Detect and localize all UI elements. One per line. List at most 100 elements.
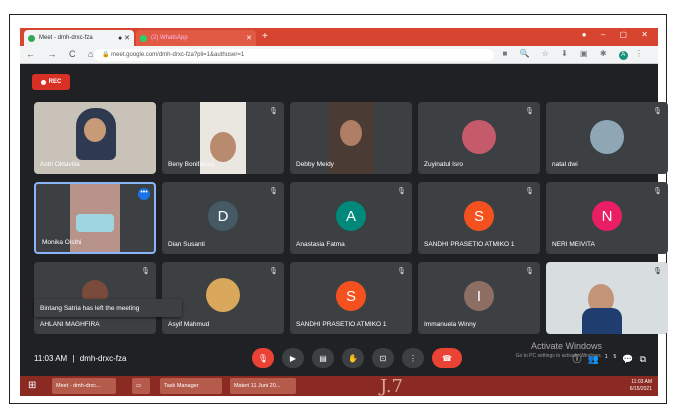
profile-avatar[interactable]: A: [618, 51, 628, 60]
taskbar-label: Meet - dmh-drxc...: [56, 383, 101, 389]
participant-name: Dian Susanti: [168, 241, 205, 248]
tab-whatsapp-label: (2) WhatsApp: [151, 35, 188, 41]
wallpaper-decoration: J.7: [380, 376, 403, 397]
tab-meet[interactable]: Meet - dmh-drxc-fza ● ✕: [24, 30, 134, 46]
participant-tile[interactable]: A 🎙 Anastasia Fatma: [290, 182, 412, 254]
meet-main: REC Astri Oktavilia 🎙 Beny Bonifasius De…: [20, 64, 668, 376]
new-tab-button[interactable]: +: [262, 31, 268, 42]
close-icon[interactable]: ● ✕: [118, 34, 130, 42]
info-icon[interactable]: ⓘ: [573, 354, 588, 364]
rec-label: REC: [48, 79, 62, 85]
participant-tile[interactable]: S 🎙 SANDHI PRASETIO ATMIKO 1: [418, 182, 540, 254]
taskbar-label: Task Manager: [164, 383, 199, 389]
mic-muted-icon: 🎙: [397, 268, 406, 275]
more-options-icon[interactable]: •••: [138, 188, 150, 200]
participant-tile[interactable]: 🎙 Zuyinatul Isro: [418, 102, 540, 174]
participant-tile[interactable]: 🎙 Asyif Mahmud: [162, 262, 284, 334]
participant-name: SANDHI PRASETIO ATMIKO 1: [296, 321, 387, 328]
participant-name: Asyif Mahmud: [168, 321, 210, 328]
mic-muted-icon: 🎙: [397, 188, 406, 195]
taskbar-clock[interactable]: 11:03 AM 6/15/2021: [630, 379, 652, 393]
mic-toggle-icon[interactable]: 🎙: [252, 348, 274, 368]
meet-favicon-icon: [28, 34, 35, 42]
participant-tile[interactable]: 🎙 Beny Bonifasius: [162, 102, 284, 174]
taskbar-label: Materi 11 Juni 20...: [234, 383, 281, 389]
taskbar-date: 6/15/2021: [629, 386, 652, 392]
browser-tab-bar: Meet - dmh-drxc-fza ● ✕ (2) WhatsApp ✕ +…: [20, 28, 658, 46]
participant-name: Monika Oisthi: [42, 239, 82, 246]
mic-muted-icon: 🎙: [653, 268, 662, 275]
avatar: I: [464, 281, 494, 311]
participant-name: Anastasia Fatma: [296, 241, 345, 248]
taskbar-item-task-manager[interactable]: Task Manager: [160, 378, 222, 394]
more-options-icon[interactable]: ⋮: [402, 348, 424, 368]
mic-muted-icon: 🎙: [525, 188, 534, 195]
participant-name: Immanuela Winny: [424, 321, 477, 328]
meeting-info: 11:03 AM | dmh-drxc-fza: [34, 354, 126, 363]
mic-muted-icon: 🎙: [653, 188, 662, 195]
url-text: meet.google.com/dmh-drxc-fza?pli=1&authu…: [111, 52, 245, 58]
record-dot-icon: [40, 79, 46, 85]
avatar: A: [336, 201, 366, 231]
close-icon[interactable]: ✕: [246, 34, 252, 42]
participant-tile[interactable]: 🎙 natal dwi: [546, 102, 668, 174]
mic-muted-icon: 🎙: [653, 108, 662, 115]
meeting-time: 11:03 AM: [34, 354, 68, 363]
participant-name: SANDHI PRASETIO ATMIKO 1: [424, 241, 515, 248]
captions-icon[interactable]: ▤: [312, 348, 334, 368]
raise-hand-icon[interactable]: ✋: [342, 348, 364, 368]
notification-toast: Bintang Satria has left the meeting: [34, 299, 182, 317]
recording-badge: REC: [32, 74, 70, 90]
url-input[interactable]: 🔒 meet.google.com/dmh-drxc-fza?pli=1&aut…: [94, 49, 494, 61]
participant-tile[interactable]: Debby Meidy: [290, 102, 412, 174]
windows-taskbar: ⊞ Meet - dmh-drxc... ▭ Task Manager Mate…: [20, 376, 658, 397]
participant-tile[interactable]: I 🎙 Immanuela Winny: [418, 262, 540, 334]
mic-muted-icon: 🎙: [525, 268, 534, 275]
window-controls[interactable]: ● – ▢ ✕: [582, 30, 654, 39]
end-call-icon[interactable]: ☎: [432, 348, 462, 368]
taskbar-item-chrome[interactable]: Meet - dmh-drxc...: [52, 378, 116, 394]
participant-name: Astri Oktavilia: [40, 161, 80, 168]
participant-name: natal dwi: [552, 161, 578, 168]
folder-icon: ▭: [136, 383, 142, 389]
participant-name: Debby Meidy: [296, 161, 334, 168]
camera-toggle-icon[interactable]: ▶: [282, 348, 304, 368]
activate-windows-title: Activate Windows: [530, 341, 602, 351]
tab-whatsapp[interactable]: (2) WhatsApp ✕: [136, 30, 256, 46]
participant-tile[interactable]: S 🎙 SANDHI PRASETIO ATMIKO 1: [290, 262, 412, 334]
windows-start-icon[interactable]: ⊞: [28, 380, 36, 391]
avatar: S: [336, 281, 366, 311]
taskbar-time: 11:03 AM: [631, 379, 652, 385]
avatar: N: [592, 201, 622, 231]
mic-muted-icon: 🎙: [269, 188, 278, 195]
participant-name: NERI MEIVITA: [552, 241, 595, 248]
address-bar-row: ← → C ⌂ 🔒 meet.google.com/dmh-drxc-fza?p…: [20, 46, 658, 64]
participant-name: Zuyinatul Isro: [424, 161, 464, 168]
meeting-code: dmh-drxc-fza: [79, 354, 127, 363]
taskbar-item-explorer[interactable]: ▭: [132, 378, 150, 394]
people-icon[interactable]: 👥15: [588, 354, 623, 364]
activities-icon[interactable]: ⧉: [640, 354, 652, 364]
avatar: D: [208, 201, 238, 231]
tab-meet-label: Meet - dmh-drxc-fza: [39, 35, 93, 41]
participant-tile[interactable]: 🎙 AHLANI MAGHFIRA: [34, 262, 156, 334]
mic-muted-icon: 🎙: [269, 108, 278, 115]
participant-tile[interactable]: N 🎙 NERI MEIVITA: [546, 182, 668, 254]
participant-tile[interactable]: D 🎙 Dian Susanti: [162, 182, 284, 254]
participants-count: 15: [604, 354, 623, 360]
participant-tile[interactable]: Astri Oktavilia: [34, 102, 156, 174]
mic-muted-icon: 🎙: [525, 108, 534, 115]
taskbar-item-powerpoint[interactable]: Materi 11 Juni 20...: [230, 378, 296, 394]
whatsapp-favicon-icon: [140, 34, 147, 42]
call-controls: 🎙 ▶ ▤ ✋ ⊡ ⋮ ☎: [252, 348, 462, 368]
avatar: S: [464, 201, 494, 231]
chat-icon[interactable]: 💬: [622, 354, 639, 364]
participant-tile-selected[interactable]: ••• Monika Oisthi: [34, 182, 156, 254]
nav-buttons[interactable]: ← → C ⌂: [26, 49, 98, 59]
extension-icons[interactable]: ■ 🔍 ☆ ⬇ ▣ ✱ A ⋮: [503, 49, 649, 60]
mic-muted-icon: 🎙: [269, 268, 278, 275]
present-screen-icon[interactable]: ⊡: [372, 348, 394, 368]
meet-bottom-bar: 11:03 AM | dmh-drxc-fza 🎙 ▶ ▤ ✋ ⊡ ⋮ ☎ Ac…: [20, 341, 658, 376]
participant-tile[interactable]: 🎙: [546, 262, 668, 334]
separator: |: [72, 354, 75, 363]
